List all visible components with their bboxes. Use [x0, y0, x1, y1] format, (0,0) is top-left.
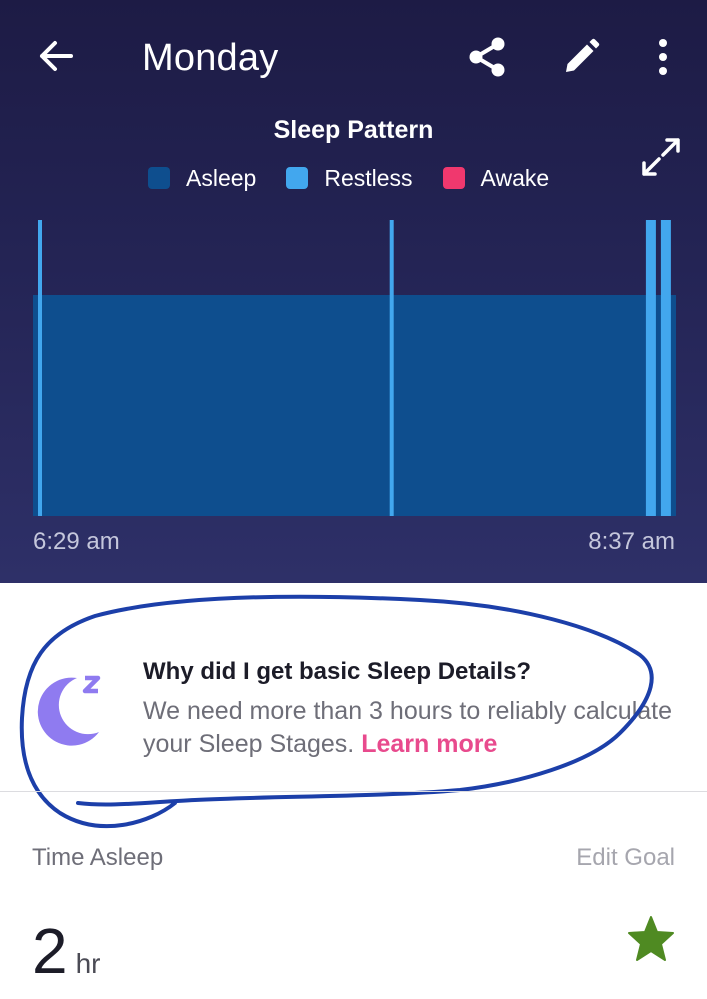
chart-title: Sleep Pattern [273, 116, 434, 144]
sleep-bar-restless [389, 220, 394, 516]
legend-item-asleep: Asleep [148, 165, 256, 192]
sleep-bar-asleep [33, 295, 676, 516]
x-axis-start-label: 6:29 am [33, 528, 120, 555]
share-icon [465, 35, 509, 84]
arrow-left-icon [38, 40, 74, 77]
edit-button[interactable] [556, 34, 606, 84]
expand-chart-button[interactable] [636, 134, 686, 184]
top-app-bar: Monday [0, 0, 707, 115]
info-body: We need more than 3 hours to reliably ca… [143, 695, 683, 761]
legend-swatch-awake [442, 167, 465, 189]
sleep-bar-restless [660, 220, 671, 516]
legend-item-awake: Awake [442, 164, 550, 192]
sleep-pattern-svg [33, 220, 676, 516]
legend-swatch-asleep [148, 167, 170, 189]
legend-swatch-restless [286, 167, 309, 189]
moon-zzz-icon [33, 668, 113, 748]
sleep-pattern-chart [33, 220, 676, 516]
time-asleep-label: Time Asleep [32, 844, 164, 871]
star-icon [626, 914, 676, 964]
sleep-header: Monday Sleep Pattern Asleep Restless Awa… [0, 0, 707, 583]
chart-legend: Asleep Restless Awake [148, 163, 579, 193]
legend-label: Awake [480, 164, 550, 191]
time-asleep-number: 2 [32, 915, 68, 987]
more-vertical-icon [657, 38, 669, 81]
expand-icon [639, 135, 683, 184]
legend-label: Restless [324, 164, 413, 191]
back-button[interactable] [34, 36, 78, 80]
edit-goal-link[interactable]: Edit Goal [576, 844, 675, 872]
legend-item-restless: Restless [286, 164, 413, 192]
sleep-bar-restless [645, 220, 656, 516]
section-divider [0, 791, 707, 792]
info-title: Why did I get basic Sleep Details? [143, 658, 532, 685]
more-options-button[interactable] [646, 34, 680, 84]
pencil-icon [561, 37, 601, 82]
share-button[interactable] [462, 34, 512, 84]
time-asleep-unit: hr [75, 948, 101, 979]
x-axis-end-label: 8:37 am [588, 528, 675, 555]
legend-label: Asleep [186, 164, 257, 191]
time-asleep-value: 2 hr [32, 916, 101, 986]
sleep-bar-restless [38, 220, 42, 516]
learn-more-link[interactable]: Learn more [361, 730, 497, 758]
page-title: Monday [142, 37, 279, 79]
